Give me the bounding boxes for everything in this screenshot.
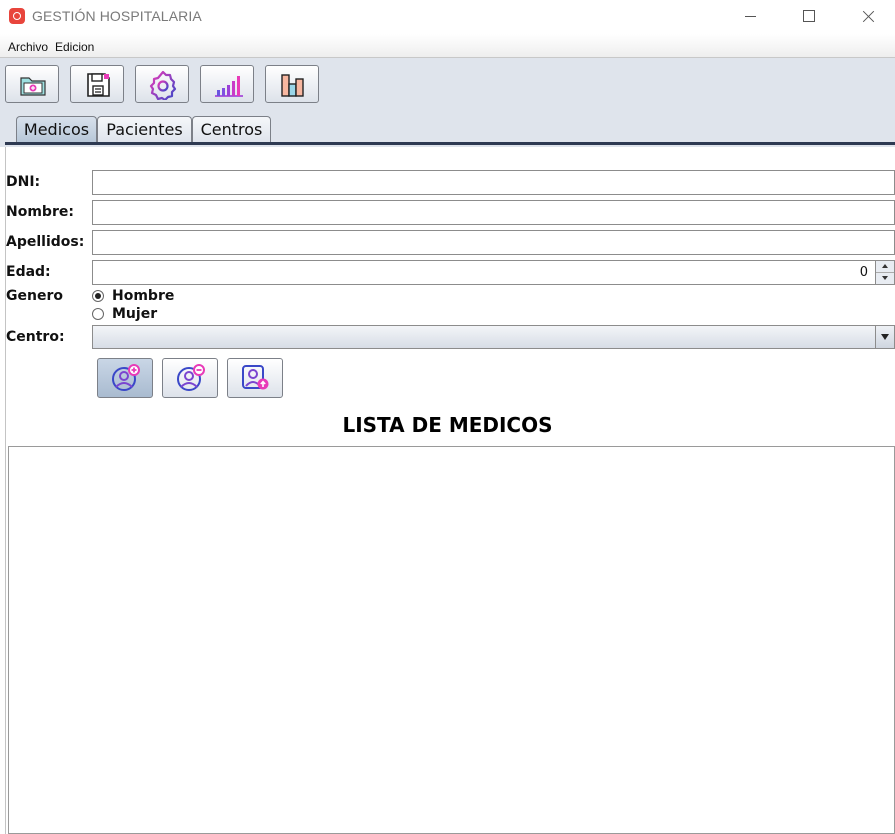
remove-medico-button[interactable]	[162, 358, 218, 398]
statistics-button[interactable]	[200, 65, 254, 103]
radio-hombre[interactable]	[92, 290, 104, 302]
add-user-icon	[112, 364, 140, 391]
apellidos-label: Apellidos:	[6, 234, 85, 250]
radio-hombre-label[interactable]: Hombre	[112, 288, 174, 304]
radio-mujer-label[interactable]: Mujer	[112, 306, 157, 322]
edad-spinner[interactable]: 0	[92, 260, 895, 285]
radio-mujer[interactable]	[92, 308, 104, 320]
settings-button[interactable]	[135, 65, 189, 103]
open-folder-button[interactable]	[5, 65, 59, 103]
hospital-app-icon	[9, 8, 25, 24]
nombre-field[interactable]	[92, 200, 895, 225]
spinner-buttons	[875, 261, 894, 284]
tab-strip: Medicos Pacientes Centros	[0, 110, 895, 147]
centro-select[interactable]	[92, 325, 895, 349]
edad-value: 0	[859, 265, 868, 280]
window-title: GESTIÓN HOSPITALARIA	[32, 8, 202, 24]
minimize-button[interactable]	[725, 0, 777, 34]
centro-label: Centro:	[6, 329, 65, 345]
chevron-down-icon[interactable]	[875, 326, 894, 348]
settings-gear-icon	[149, 70, 177, 100]
title-bar: GESTIÓN HOSPITALARIA	[0, 0, 895, 34]
close-button[interactable]	[841, 0, 893, 34]
nombre-label: Nombre:	[6, 204, 74, 220]
folder-medical-icon	[20, 77, 46, 96]
tab-medicos[interactable]: Medicos	[16, 116, 97, 142]
apellidos-field[interactable]	[92, 230, 895, 255]
tab-underline	[5, 142, 895, 145]
remove-user-icon	[177, 364, 205, 391]
menu-bar: Archivo Edicion	[0, 34, 895, 58]
medicos-list[interactable]	[8, 446, 895, 834]
save-floppy-icon	[87, 73, 110, 97]
spinner-up-arrow-icon[interactable]	[876, 261, 894, 273]
add-medico-button[interactable]	[97, 358, 153, 398]
update-medico-button[interactable]	[227, 358, 283, 398]
dni-field[interactable]	[92, 170, 895, 195]
list-title: LISTA DE MEDICOS	[342, 413, 553, 437]
bar-chart-icon	[215, 76, 243, 97]
menu-archivo[interactable]: Archivo	[8, 40, 48, 54]
dni-label: DNI:	[6, 174, 41, 190]
column-chart-icon	[281, 74, 304, 97]
spinner-down-arrow-icon[interactable]	[876, 273, 894, 284]
tab-centros[interactable]: Centros	[192, 116, 271, 142]
save-button[interactable]	[70, 65, 124, 103]
maximize-button[interactable]	[783, 0, 835, 34]
toolbar	[0, 58, 895, 110]
update-user-icon	[242, 365, 269, 390]
edad-label: Edad:	[6, 264, 51, 280]
genero-label: Genero	[6, 288, 63, 304]
menu-edicion[interactable]: Edicion	[55, 40, 94, 54]
chart-button[interactable]	[265, 65, 319, 103]
tab-pacientes[interactable]: Pacientes	[97, 116, 192, 142]
